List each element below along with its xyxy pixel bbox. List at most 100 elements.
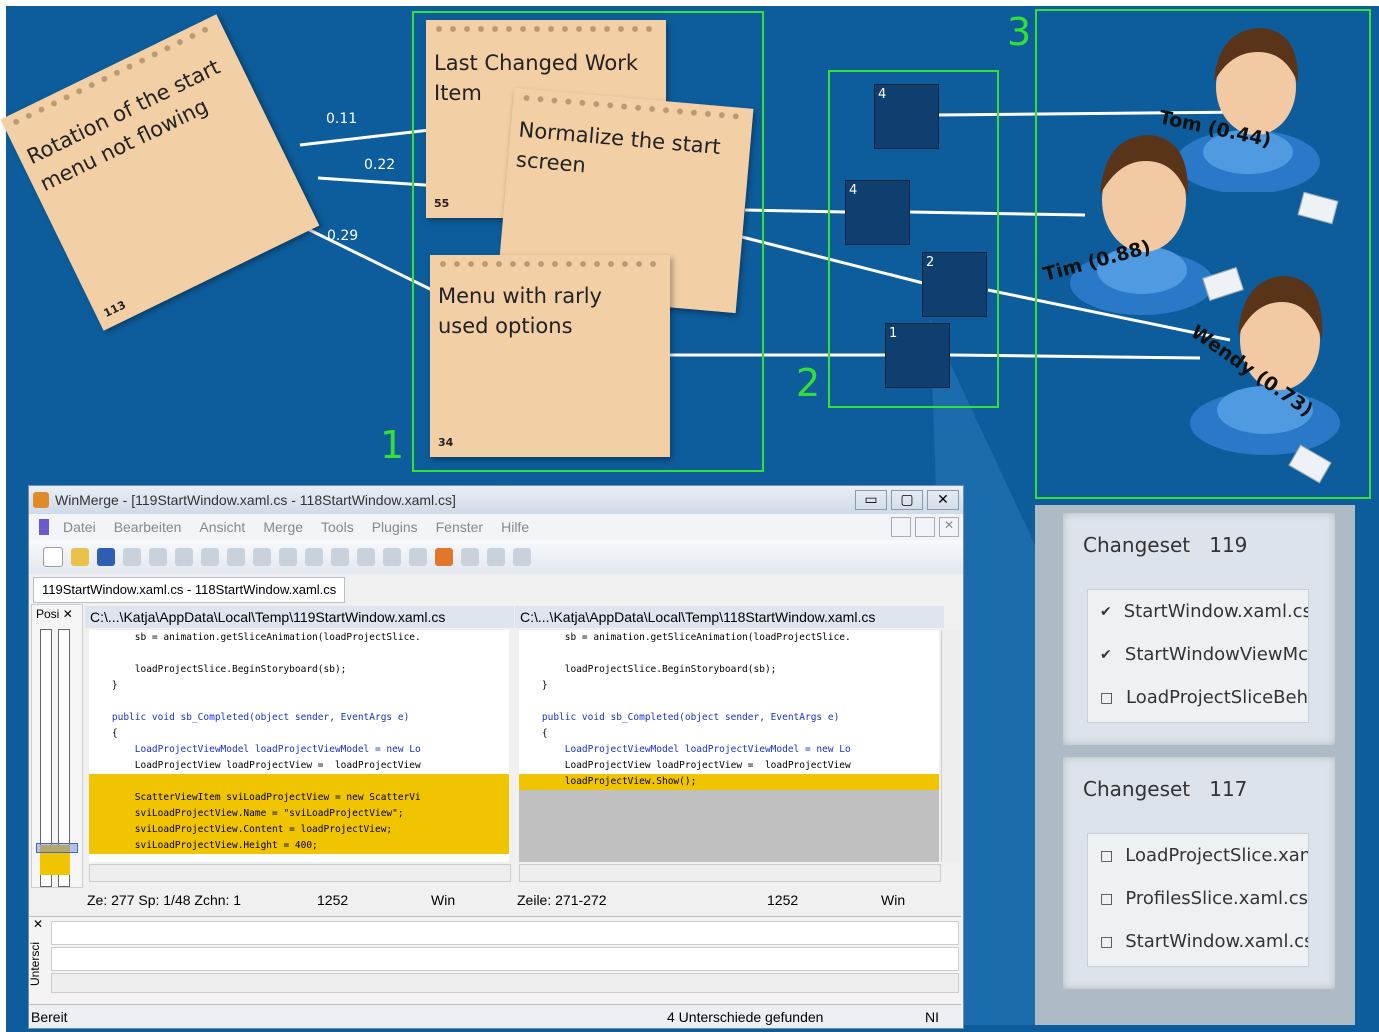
menu-ansicht[interactable]: Ansicht [199,519,245,535]
right-hscrollbar[interactable] [519,864,941,882]
menu-fenster[interactable]: Fenster [436,519,483,535]
undo-icon[interactable] [123,548,141,566]
document-tab[interactable]: 119StartWindow.xaml.cs - 118StartWindow.… [33,577,346,603]
left-status-codepage: 1252 [317,892,349,908]
changeset-node[interactable]: 2 [922,252,987,317]
changeset-card: Changeset 119 ✔ StartWindow.xaml.cs ✔ Star… [1063,513,1335,745]
winmerge-window: WinMerge - [119StartWindow.xaml.cs - 118… [28,485,964,1029]
changeset-node[interactable]: 4 [845,180,910,245]
document-tab-label: 119StartWindow.xaml.cs - 118StartWindow.… [42,582,337,597]
close-pane-icon[interactable]: ✕ [63,607,73,621]
right-status-codepage: 1252 [767,892,799,908]
prev-diff-icon[interactable] [227,548,245,566]
changeset-card: Changeset 117 □ LoadProjectSlice.xan □ Pro… [1063,757,1335,989]
changeset-file-item[interactable]: □ ProfilesSlice.xaml.cs [1088,877,1308,920]
menu-bearbeiten[interactable]: Bearbeiten [114,519,182,535]
options-icon[interactable] [435,548,453,566]
changeset-file-item[interactable]: ✔ StartWindowViewMc [1088,633,1308,676]
viewport-indicator[interactable] [36,843,78,853]
changeset-file-item[interactable]: □ StartWindow.xaml.cs [1088,920,1308,963]
changeset-node-count: 4 [878,87,887,102]
left-status-eol: Win [431,892,456,908]
code-line: } [519,680,548,691]
current-diff-icon[interactable] [279,548,297,566]
code-line [89,774,509,790]
location-pane[interactable]: Posi ✕ [31,604,83,888]
code-line: sb = animation.getSliceAnimation(loadPro… [519,632,851,643]
left-file-header: C:\...\Katja\AppData\Local\Temp\119Start… [85,606,514,628]
save-icon[interactable] [97,548,115,566]
checkbox-unchecked-icon[interactable]: □ [1100,848,1113,864]
new-file-icon[interactable] [43,547,63,567]
code-line: sviLoadProjectView.Height = 400; [89,838,509,854]
changeset-file-item[interactable]: ✔ StartWindow.xaml.cs [1088,590,1308,633]
changeset-node[interactable]: 1 [885,323,950,388]
changeset-file-item[interactable]: □ LoadProjectSliceBeh [1088,676,1308,719]
checkbox-unchecked-icon[interactable]: □ [1100,891,1113,907]
code-line: public void sb_Completed(object sender, … [89,712,410,723]
checkbox-unchecked-icon[interactable]: □ [1100,934,1113,950]
right-file-header: C:\...\Katja\AppData\Local\Temp\118Start… [515,606,944,628]
diff-pane[interactable]: ✕ Untersci [29,916,961,1005]
next-diff-icon[interactable] [201,548,219,566]
child-close-button[interactable]: ✕ [939,517,959,537]
left-status: Ze: 277 Sp: 1/48 Zchn: 1 1252 Win [87,892,513,914]
refresh-icon[interactable] [461,548,479,566]
diff-pane-icon[interactable] [175,548,193,566]
code-line: loadProjectSlice.BeginStoryboard(sb); [89,664,347,675]
left-hscrollbar[interactable] [89,864,511,882]
window-title: WinMerge - [119StartWindow.xaml.cs - 118… [55,492,456,508]
changeset-node-count: 2 [926,255,935,270]
copy-left-advance-icon[interactable] [409,548,427,566]
menu-tools[interactable]: Tools [321,519,354,535]
changeset-file-list[interactable]: □ LoadProjectSlice.xan □ ProfilesSlice.xam… [1087,833,1309,967]
changeset-file-item[interactable]: □ LoadProjectSlice.xan [1088,834,1308,877]
close-diff-pane-icon[interactable]: ✕ [33,917,43,931]
maximize-button[interactable]: ▢ [891,490,923,510]
group-label-1: 1 [380,423,405,467]
copy-right-icon[interactable] [331,548,349,566]
left-code-pane[interactable]: sb = animation.getSliceAnimation(loadPro… [89,630,509,862]
right-code-pane[interactable]: sb = animation.getSliceAnimation(loadPro… [519,630,939,862]
open-folder-icon[interactable] [71,548,89,566]
status-bar: Bereit 4 Unterschiede gefunden NI [29,1004,961,1028]
settings-icon[interactable] [513,548,531,566]
edge-rotation-lastchanged [299,128,431,147]
copy-left-icon[interactable] [357,548,375,566]
vertical-scrollbar[interactable] [941,630,960,862]
menu-plugins[interactable]: Plugins [372,519,418,535]
child-minimize-button[interactable] [891,517,911,537]
menu-merge[interactable]: Merge [263,519,303,535]
left-status-position: Ze: 277 Sp: 1/48 Zchn: 1 [87,892,242,908]
changeset-header: Changeset 117 [1083,777,1248,801]
diff-hscrollbar[interactable] [51,973,959,993]
copy-right-advance-icon[interactable] [383,548,401,566]
compare-icon[interactable] [487,548,505,566]
code-line: loadProjectSlice.BeginStoryboard(sb); [519,664,777,675]
menu-datei[interactable]: Datei [63,519,96,535]
diff-line-left [51,921,959,945]
minimize-button[interactable]: ▭ [855,490,887,510]
code-line: LoadProjectViewModel loadProjectViewMode… [89,744,421,755]
close-button[interactable]: ✕ [927,490,959,510]
right-missing-lines [519,790,939,862]
child-restore-button[interactable] [915,517,935,537]
code-line: { [519,728,548,739]
group-label-2: 2 [796,361,821,405]
redo-icon[interactable] [149,548,167,566]
code-line: sviLoadProjectView.Name = "sviLoadProjec… [89,806,509,822]
diff-line-right [51,947,959,971]
code-line: } [89,680,118,691]
checkbox-checked-icon[interactable]: ✔ [1100,604,1112,620]
changeset-node[interactable]: 4 [874,84,939,149]
changeset-file-list[interactable]: ✔ StartWindow.xaml.cs ✔ StartWindowViewMc … [1087,589,1309,723]
checkbox-unchecked-icon[interactable]: □ [1100,690,1114,706]
code-line: LoadProjectViewModel loadProjectViewMode… [519,744,851,755]
edge-weight-3: 0.29 [327,228,359,244]
checkbox-checked-icon[interactable]: ✔ [1100,647,1113,663]
first-diff-icon[interactable] [253,548,271,566]
menu-hilfe[interactable]: Hilfe [501,519,529,535]
last-diff-icon[interactable] [305,548,323,566]
